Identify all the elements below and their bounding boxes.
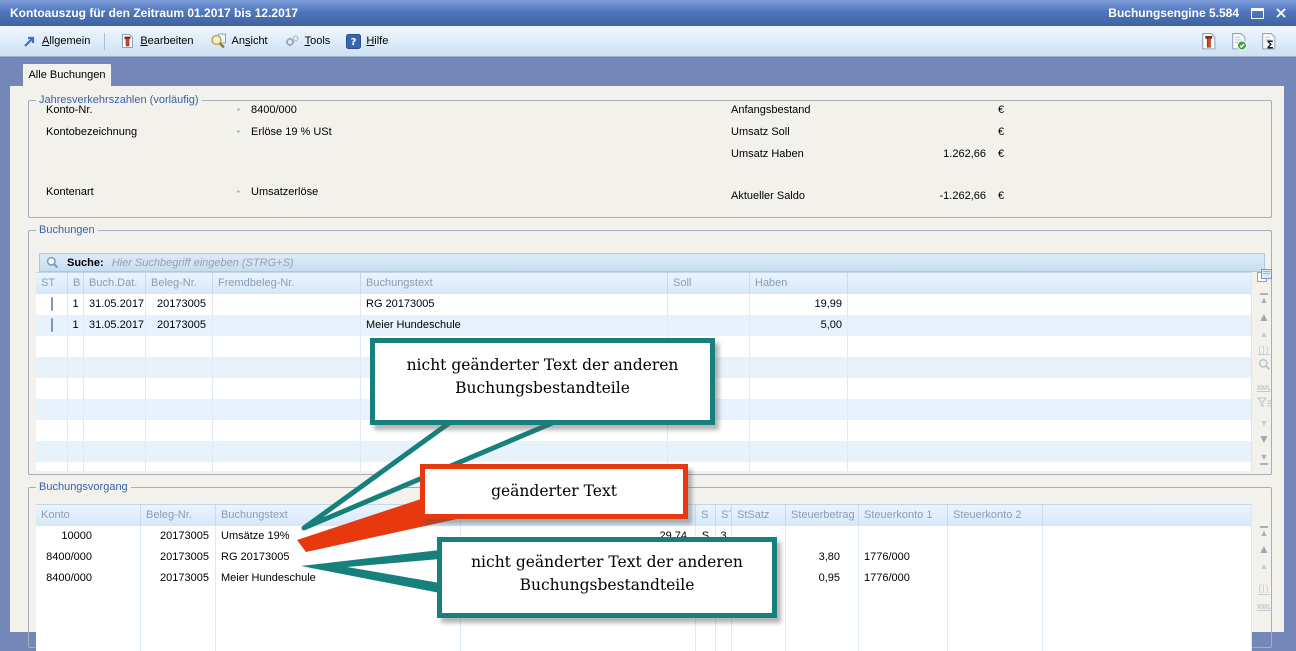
edit-document-icon[interactable] [1199, 32, 1218, 51]
restore-window-icon[interactable] [1251, 8, 1264, 19]
field-label: Kontobezeichnung [46, 126, 137, 138]
table-header-row: ST B Buch.Dat. Beleg-Nr. Fremdbeleg-Nr. … [36, 273, 1251, 294]
separator-line [1251, 594, 1277, 595]
field-value: 8400/000 [251, 104, 297, 116]
help-icon: ? [346, 34, 361, 49]
menu-item-allgemein[interactable]: Allgemein [14, 31, 98, 52]
field-value: Umsatzerlöse [251, 186, 318, 198]
column-header[interactable]: Buchungstext [361, 273, 668, 294]
triangle-up-icon[interactable]: ▲ [1251, 560, 1277, 572]
field-label: Umsatz Soll [731, 126, 790, 138]
menu-item-hilfe[interactable]: ? Hilfe [338, 31, 396, 52]
search-bar[interactable]: Suche: Hier Suchbegriff eingeben (STRG+S… [39, 253, 1265, 272]
column-header[interactable]: Haben [750, 273, 848, 294]
currency-label: € [998, 126, 1004, 138]
column-header[interactable]: StSatz [732, 505, 786, 526]
menu-item-ansicht[interactable]: Ansicht [202, 30, 276, 52]
gears-icon [284, 33, 300, 49]
field-label: Aktueller Saldo [731, 190, 805, 202]
table-row[interactable] [36, 631, 1251, 651]
table-row[interactable]: 1 31.05.2017 20173005 Meier Hundeschule … [36, 315, 1251, 336]
currency-label: € [998, 104, 1004, 116]
application-window: { "titlebar": { "title": "Kontoauszug fü… [0, 0, 1296, 632]
section-title: Buchungen [36, 224, 98, 237]
field-label: Anfangsbestand [731, 104, 811, 116]
column-header[interactable]: Buch.Dat. [84, 273, 146, 294]
section-jahresverkehrszahlen: Jahresverkehrszahlen (vorläufig) Konto-N… [28, 100, 1272, 218]
filter-icon[interactable] [1251, 397, 1277, 409]
close-icon[interactable] [1276, 8, 1286, 18]
xml-icon[interactable]: XML [1251, 600, 1277, 612]
field-value: 1.262,66 [819, 148, 986, 160]
svg-text:?: ? [351, 37, 357, 48]
currency-label: € [998, 148, 1004, 160]
field-label: Umsatz Haben [731, 148, 804, 160]
column-header[interactable]: S [696, 505, 716, 526]
menu-separator [104, 33, 105, 50]
view-magnifier-icon [210, 33, 227, 49]
field-label: Konto-Nr. [46, 104, 92, 116]
column-header[interactable]: Steuerbetrag [786, 505, 859, 526]
record-detail-icon[interactable] [51, 318, 53, 332]
search-placeholder: Hier Suchbegriff eingeben (STRG+S) [112, 257, 294, 269]
annotation-unchanged-text-top: nicht geänderter Text der anderen Buchun… [370, 338, 715, 425]
bullet-icon: ▪ [237, 106, 240, 114]
document-check-icon[interactable] [1229, 32, 1248, 51]
search-icon [46, 256, 59, 269]
arrow-up-right-icon [22, 34, 37, 49]
menu-bar: Allgemein Bearbeiten Ansicht Tools ? Hil… [0, 26, 1296, 57]
annotation-changed-text: geänderter Text [420, 464, 688, 519]
record-detail-icon[interactable] [51, 297, 53, 311]
menu-item-tools[interactable]: Tools [276, 30, 339, 52]
column-header[interactable]: Steuerkonto 1 [859, 505, 948, 526]
annotation-unchanged-text-bottom: nicht geänderter Text der anderen Buchun… [437, 537, 777, 618]
scroll-top-icon[interactable]: ▲ [1251, 526, 1277, 539]
column-header[interactable]: Fremdbeleg-Nr. [213, 273, 361, 294]
paren-icon[interactable]: (|) [1251, 582, 1277, 594]
svg-text:Σ: Σ [1266, 39, 1273, 51]
bullet-icon: ▪ [237, 128, 240, 136]
move-down-icon[interactable]: ▼ [1251, 433, 1277, 446]
document-sum-icon[interactable]: Σ [1259, 32, 1278, 51]
triangle-down-icon[interactable]: ▼ [1251, 417, 1277, 429]
column-header[interactable]: Beleg-Nr. [141, 505, 216, 526]
menu-item-bearbeiten[interactable]: Bearbeiten [111, 30, 201, 52]
column-chooser-icon[interactable] [1251, 269, 1277, 282]
toolbar-right: Σ [1199, 32, 1296, 51]
move-up-icon[interactable]: ▲ [1251, 311, 1277, 324]
window-title: Kontoauszug für den Zeitraum 01.2017 bis… [0, 6, 298, 20]
currency-label: € [998, 190, 1004, 202]
app-name: Buchungsengine 5.584 [1108, 6, 1239, 20]
section-title: Buchungsvorgang [36, 481, 131, 494]
column-header[interactable]: ST [716, 505, 732, 526]
field-value: Erlöse 19 % USt [251, 126, 332, 138]
xml-icon[interactable]: XML [1251, 381, 1277, 393]
field-value: -1.262,66 [819, 190, 986, 202]
column-header[interactable]: B [68, 273, 84, 294]
search-icon[interactable] [1251, 358, 1277, 371]
triangle-up-icon[interactable]: ▲ [1251, 328, 1277, 340]
column-header[interactable]: Konto [36, 505, 141, 526]
title-bar: Kontoauszug für den Zeitraum 01.2017 bis… [0, 0, 1296, 26]
column-header[interactable]: Steuerkonto 2 [948, 505, 1043, 526]
column-header[interactable]: Soll [668, 273, 750, 294]
table-row[interactable]: 1 31.05.2017 20173005 RG 20173005 19,99 [36, 294, 1251, 315]
column-header[interactable]: Beleg-Nr. [146, 273, 213, 294]
edit-document-icon [119, 33, 135, 49]
tab-alle-buchungen[interactable]: Alle Buchungen [22, 63, 112, 86]
search-label: Suche: [67, 257, 104, 269]
scroll-bottom-icon[interactable]: ▼ [1251, 451, 1277, 465]
bullet-icon: ▪ [237, 188, 240, 196]
scroll-top-icon[interactable]: ▲ [1251, 293, 1277, 306]
table-row[interactable] [36, 441, 1251, 462]
move-up-icon[interactable]: ▲ [1251, 543, 1277, 556]
separator-line [1251, 354, 1277, 355]
column-header[interactable]: ST [36, 273, 68, 294]
field-label: Kontenart [46, 186, 94, 198]
